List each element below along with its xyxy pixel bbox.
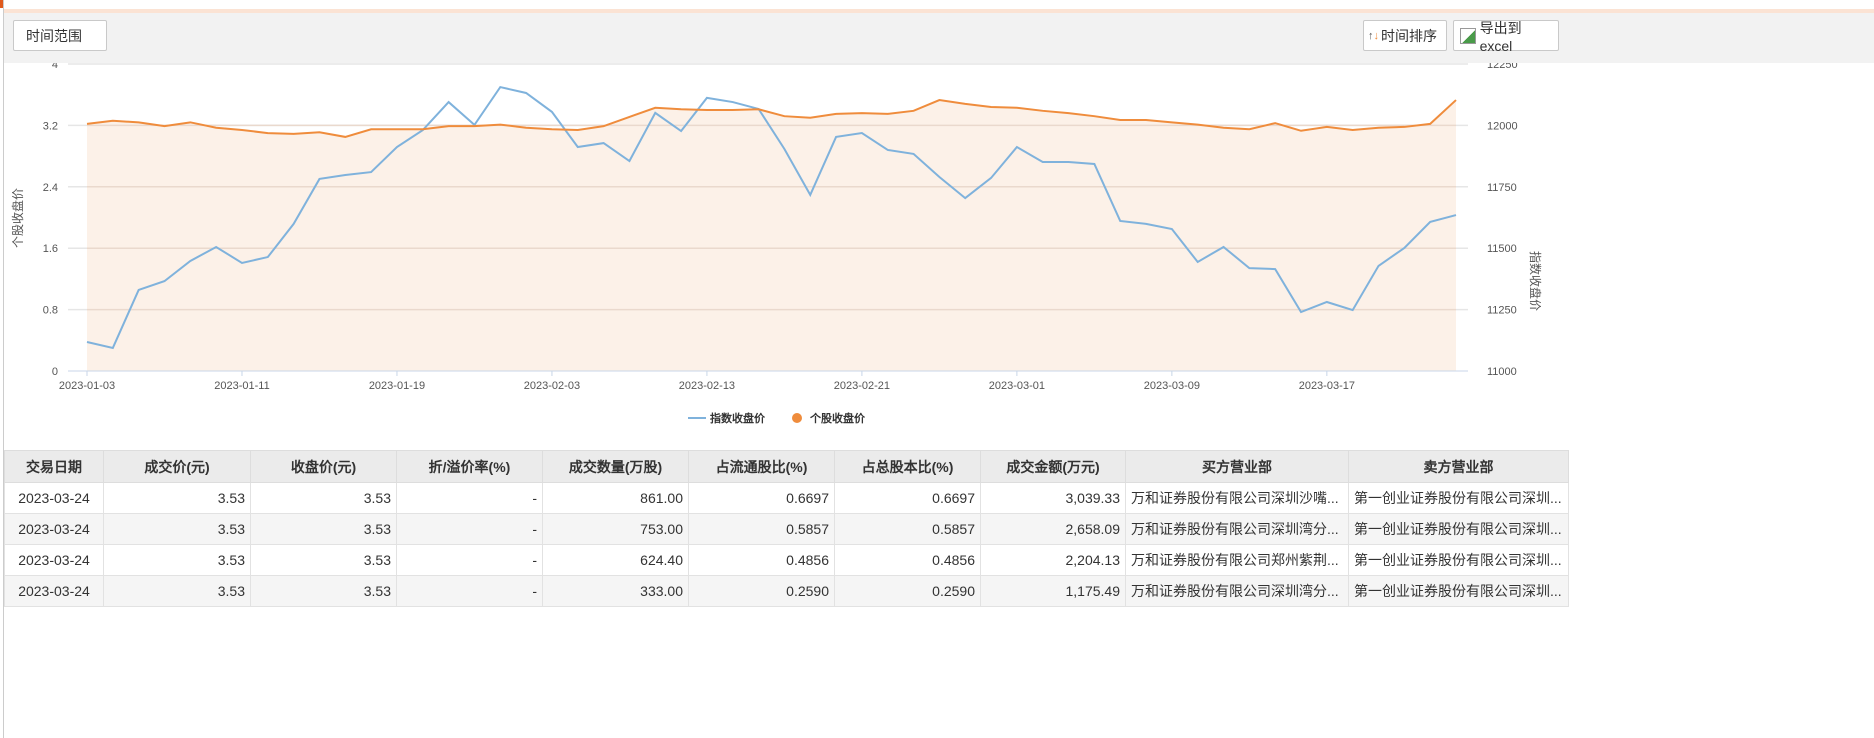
table-cell: 861.00 (542, 482, 689, 514)
column-header[interactable]: 占流通股比(%) (688, 450, 835, 483)
time-sort-button[interactable]: ↑↓ 时间排序 (1363, 20, 1447, 51)
table-cell: 333.00 (542, 575, 689, 607)
table-cell: 2023-03-24 (4, 513, 104, 545)
table-cell: 0.6697 (834, 482, 981, 514)
x-tick-label: 2023-01-03 (59, 380, 115, 392)
table-cell: 3.53 (103, 513, 251, 545)
table-cell: 3.53 (250, 513, 397, 545)
column-header[interactable]: 折/溢价率(%) (396, 450, 543, 483)
table-cell: 2,658.09 (980, 513, 1126, 545)
legend-dot-icon (792, 413, 802, 423)
right-axis-tick: 12250 (1487, 63, 1518, 71)
x-tick-label: 2023-01-11 (214, 380, 269, 392)
table-cell: 0.4856 (688, 544, 835, 576)
table-row: 2023-03-24 3.53 3.53-333.00 0.2590 0.2590 1,1… (4, 575, 1569, 607)
block-trade-table: 交易日期 成交价(元) 收盘价(元) 折/溢价率(%) 成交数量(万股) 占流通股比(%)… (4, 450, 1569, 607)
table-cell: 第一创业证券股份有限公司深圳... (1348, 544, 1569, 576)
toolbar (4, 13, 1874, 63)
table-cell: 2023-03-24 (4, 544, 104, 576)
time-range-button[interactable]: 时间范围 (13, 20, 107, 51)
table-cell: 第一创业证券股份有限公司深圳... (1348, 482, 1569, 514)
table-cell: 3.53 (103, 575, 251, 607)
table-cell: 1,175.49 (980, 575, 1126, 607)
table-cell: 3,039.33 (980, 482, 1126, 514)
left-axis-tick: 1.6 (43, 243, 58, 255)
column-header[interactable]: 收盘价(元) (250, 450, 397, 483)
table-cell: 0.5857 (688, 513, 835, 545)
table-cell: 万和证券股份有限公司深圳沙嘴... (1125, 482, 1349, 514)
table-cell: 3.53 (250, 575, 397, 607)
table-cell: 2023-03-24 (4, 482, 104, 514)
left-axis-tick: 3.2 (43, 120, 58, 132)
stock-area (87, 100, 1456, 371)
left-axis-tick: 4 (52, 63, 58, 71)
table-cell: 万和证券股份有限公司深圳湾分... (1125, 575, 1349, 607)
left-axis-label: 个股收盘价 (10, 188, 25, 248)
x-tick-label: 2023-02-13 (679, 380, 735, 392)
table-cell: 万和证券股份有限公司深圳湾分... (1125, 513, 1349, 545)
x-tick-label: 2023-03-09 (1144, 380, 1200, 392)
x-tick-label: 2023-03-17 (1299, 380, 1355, 392)
excel-icon (1460, 27, 1476, 44)
right-axis-tick: 11750 (1487, 182, 1517, 194)
right-axis-tick: 11000 (1487, 366, 1517, 378)
table-cell: 0.2590 (834, 575, 981, 607)
table-cell: 3.53 (103, 544, 251, 576)
table-cell: 753.00 (542, 513, 689, 545)
left-axis-tick: 0.8 (43, 305, 58, 317)
column-header[interactable]: 成交数量(万股) (542, 450, 689, 483)
x-tick-label: 2023-01-19 (369, 380, 425, 392)
right-axis-label: 指数收盘价 (1528, 251, 1543, 311)
table-cell: - (396, 482, 543, 514)
table-cell: 2023-03-24 (4, 575, 104, 607)
export-label: 导出到excel (1479, 19, 1522, 54)
table-cell: 624.40 (542, 544, 689, 576)
column-header[interactable]: 买方营业部 (1125, 450, 1349, 483)
column-header[interactable]: 卖方营业部 (1348, 450, 1569, 483)
left-axis-tick: 2.4 (43, 182, 58, 194)
x-tick-label: 2023-02-03 (524, 380, 580, 392)
column-header[interactable]: 成交金额(万元) (980, 450, 1126, 483)
time-sort-label: 时间排序 (1381, 27, 1437, 44)
table-cell: 0.5857 (834, 513, 981, 545)
right-axis-tick: 11500 (1487, 243, 1517, 255)
column-header[interactable]: 占总股本比(%) (834, 450, 981, 483)
table-cell: 3.53 (250, 544, 397, 576)
table-cell: 第一创业证券股份有限公司深圳... (1348, 513, 1569, 545)
table-cell: 3.53 (250, 482, 397, 514)
table-cell: 0.6697 (688, 482, 835, 514)
legend-stock: 个股收盘价 (809, 411, 866, 425)
time-range-label: 时间范围 (26, 27, 82, 44)
price-chart: 0 11000 0.8 11250 1.6 11500 2.4 11750 3.2 12000 4 1… (10, 63, 1543, 425)
table-row: 2023-03-24 3.53 3.53-753.00 0.5857 0.5857 2,6… (4, 513, 1569, 545)
table-cell: 万和证券股份有限公司郑州紫荆... (1125, 544, 1349, 576)
right-axis-tick: 11250 (1487, 305, 1517, 317)
table-cell: - (396, 544, 543, 576)
right-axis-tick: 12000 (1487, 120, 1518, 132)
export-excel-button[interactable]: 导出到excel (1453, 19, 1559, 54)
legend-index: 指数收盘价 (710, 411, 766, 425)
column-header[interactable]: 交易日期 (4, 450, 104, 483)
sort-icon: ↑↓ (1368, 29, 1379, 42)
column-header[interactable]: 成交价(元) (103, 450, 251, 483)
table-cell: 0.2590 (688, 575, 835, 607)
table-cell: 3.53 (103, 482, 251, 514)
table-row: 2023-03-24 3.53 3.53-624.40 0.4856 0.4856 2,2… (4, 544, 1569, 576)
table-cell: 0.4856 (834, 544, 981, 576)
table-cell: 第一创业证券股份有限公司深圳... (1348, 575, 1569, 607)
x-tick-label: 2023-03-01 (989, 380, 1045, 392)
table-cell: - (396, 513, 543, 545)
table-cell: 2,204.13 (980, 544, 1126, 576)
table-row: 2023-03-24 3.53 3.53-861.00 0.6697 0.6697 3,0… (4, 482, 1569, 514)
table-cell: - (396, 575, 543, 607)
x-tick-label: 2023-02-21 (834, 380, 890, 392)
left-axis-tick: 0 (52, 366, 58, 378)
